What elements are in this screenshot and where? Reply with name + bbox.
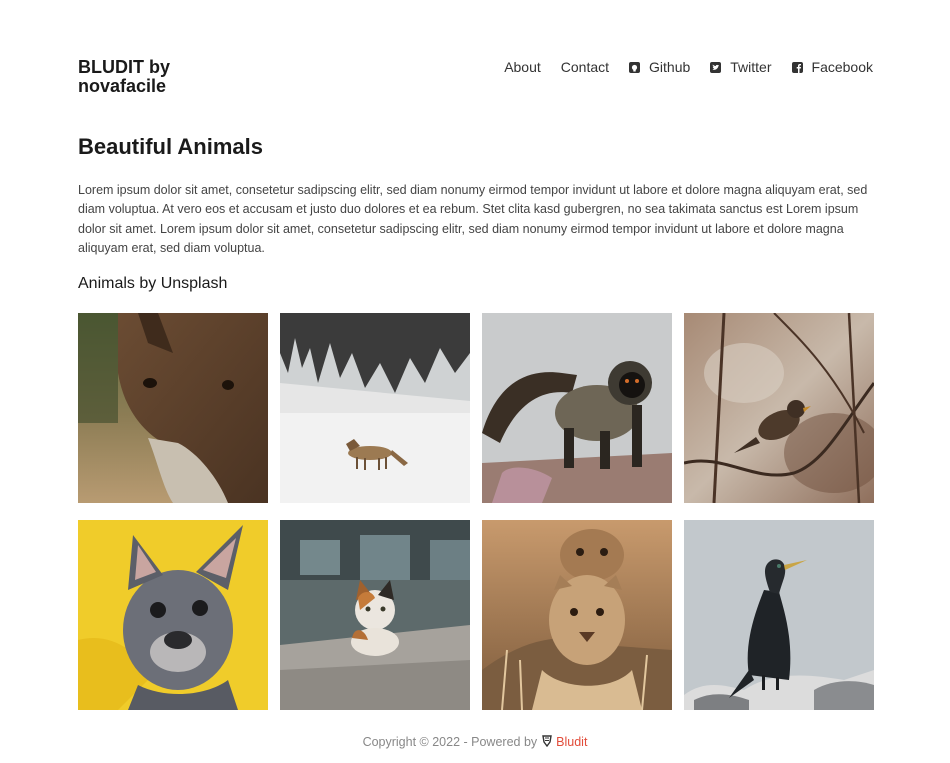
page: BLUDIT by novafacile About Contact Githu… <box>0 0 950 763</box>
gallery-image-coyote[interactable] <box>280 313 470 503</box>
github-icon <box>629 61 641 73</box>
site-title[interactable]: BLUDIT by novafacile <box>78 58 228 96</box>
gallery-image-donkey[interactable] <box>78 313 268 503</box>
facebook-icon <box>791 61 803 73</box>
footer-bludit-link[interactable]: Bludit <box>556 735 587 749</box>
gallery-image-monkey[interactable] <box>482 313 672 503</box>
gallery-image-lions[interactable] <box>482 520 672 710</box>
page-title: Beautiful Animals <box>78 134 263 159</box>
gallery-image-cormorant[interactable] <box>684 520 874 710</box>
intro-paragraph: Lorem ipsum dolor sit amet, consetetur s… <box>78 183 868 255</box>
nav-twitter-link[interactable]: Twitter <box>710 59 772 75</box>
footer-copyright: Copyright © 2022 - Powered by <box>362 735 538 749</box>
nav-github-link[interactable]: Github <box>629 59 690 75</box>
bludit-logo-icon <box>542 735 552 750</box>
nav-contact-link[interactable]: Contact <box>561 59 609 75</box>
gallery-image-bird[interactable] <box>684 313 874 503</box>
nav-about-link[interactable]: About <box>504 59 541 75</box>
nav-facebook-label: Facebook <box>811 59 873 75</box>
twitter-icon <box>710 61 722 73</box>
gallery-image-bulldog[interactable] <box>78 520 268 710</box>
nav-twitter-label: Twitter <box>730 59 772 75</box>
footer: Copyright © 2022 - Powered by Bludit <box>0 735 950 750</box>
gallery-title: Animals by Unsplash <box>78 275 228 292</box>
nav-facebook-link[interactable]: Facebook <box>791 59 873 75</box>
nav-github-label: Github <box>649 59 691 75</box>
top-nav: About Contact Github Twitter Facebook <box>504 59 873 75</box>
gallery-image-cat[interactable] <box>280 520 470 710</box>
image-gallery <box>78 313 874 710</box>
